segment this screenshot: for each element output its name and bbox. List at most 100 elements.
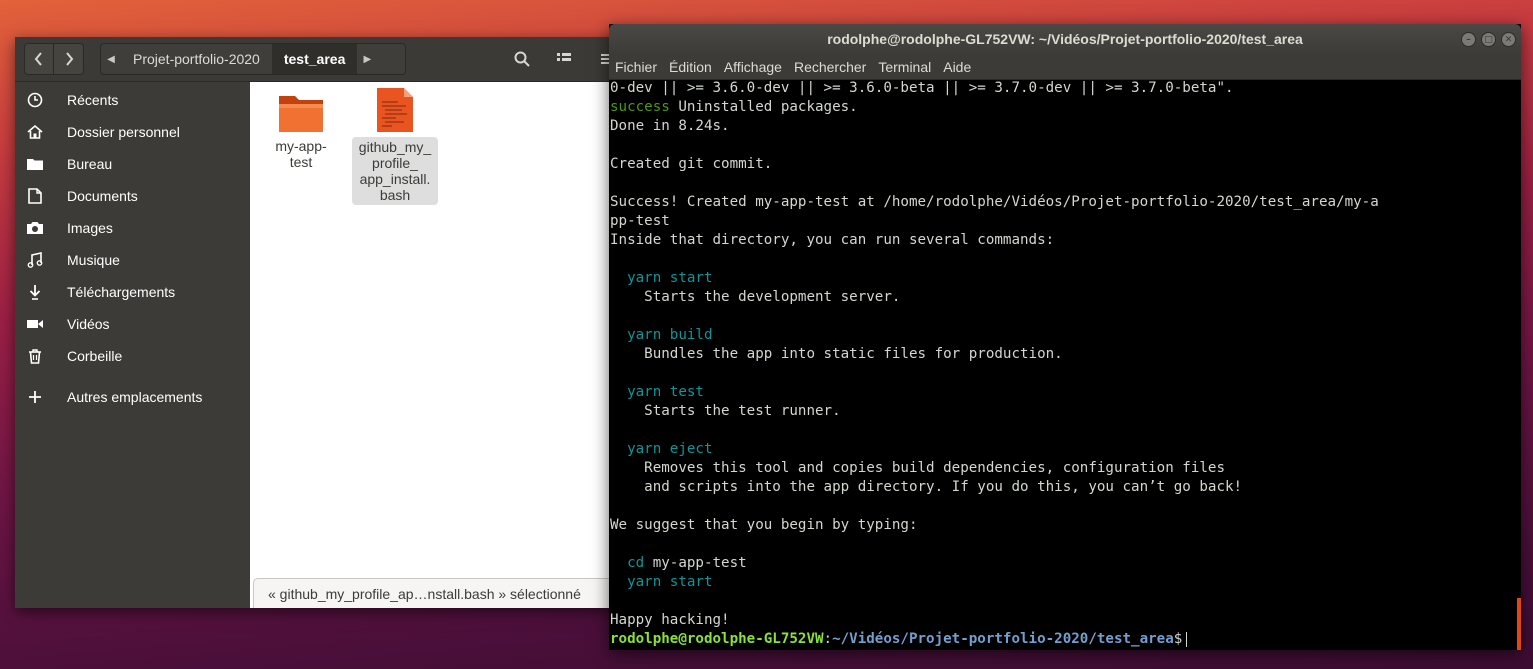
sidebar-item-corbeille[interactable]: Corbeille [15, 340, 250, 372]
sidebar-item-label: Musique [67, 252, 120, 268]
prompt-user: rodolphe@rodolphe-GL752VW [610, 631, 824, 647]
file-name-line: github_my_ [358, 139, 432, 155]
file-name-line: app_install. [359, 171, 431, 187]
terminal-window: rodolphe@rodolphe-GL752VW: ~/Vidéos/Proj… [609, 24, 1521, 650]
menu-terminal[interactable]: Terminal [878, 59, 931, 75]
sidebar-item-musique[interactable]: Musique [15, 244, 250, 276]
terminal-line: Created git commit. [610, 156, 773, 172]
sidebar-item-autres-emplacements[interactable]: Autres emplacements [15, 381, 250, 413]
plus-icon [15, 391, 55, 403]
terminal-command: yarn start [610, 270, 713, 286]
view-toggle-button[interactable] [549, 43, 579, 75]
terminal-line: success Uninstalled packages. [610, 98, 1521, 117]
file-item-github-install-bash[interactable]: github_my_ profile_ app_install. bash [352, 87, 438, 205]
folder-icon [15, 157, 55, 171]
menu-affichage[interactable]: Affichage [724, 59, 782, 75]
sidebar-item-label: Autres emplacements [67, 389, 203, 405]
terminal-command: yarn build [610, 327, 713, 343]
terminal-line: Bundles the app into static files for pr… [610, 346, 1063, 362]
terminal-titlebar[interactable]: rodolphe@rodolphe-GL752VW: ~/Vidéos/Proj… [609, 24, 1521, 55]
path-scroll-right-icon[interactable]: ▶ [357, 54, 377, 65]
terminal-line: and scripts into the app directory. If y… [610, 479, 1243, 495]
file-manager-window: ◀ Projet-portfolio-2020 test_area ▶ Réce… [15, 37, 620, 608]
menu-aide[interactable]: Aide [943, 59, 971, 75]
terminal-line: Inside that directory, you can run sever… [610, 232, 1055, 248]
sidebar-item-videos[interactable]: Vidéos [15, 308, 250, 340]
terminal-line: Success! Created my-app-test at /home/ro… [610, 194, 1379, 210]
success-keyword: success [610, 99, 670, 115]
file-name-line: profile_ [372, 155, 418, 171]
download-icon [15, 284, 55, 300]
terminal-line: We suggest that you begin by typing: [610, 517, 918, 533]
search-icon [514, 51, 530, 67]
camera-icon [15, 221, 55, 235]
file-manager-headerbar: ◀ Projet-portfolio-2020 test_area ▶ [15, 37, 620, 82]
sidebar-item-telechargements[interactable]: Téléchargements [15, 276, 250, 308]
sidebar-item-documents[interactable]: Documents [15, 180, 250, 212]
sidebar-item-home[interactable]: Dossier personnel [15, 116, 250, 148]
breadcrumb-test-area[interactable]: test_area [271, 44, 358, 74]
terminal-line: 0-dev || >= 3.6.0-dev || >= 3.6.0-beta |… [610, 80, 1234, 96]
terminal-command: cd [610, 555, 645, 571]
minimize-icon: – [1466, 34, 1471, 45]
maximize-button[interactable]: □ [1481, 32, 1496, 47]
file-item-my-app-test[interactable]: my-app- test [270, 92, 332, 170]
sidebar-item-label: Images [67, 220, 113, 236]
chevron-right-icon [65, 52, 73, 66]
menu-fichier[interactable]: Fichier [615, 59, 657, 75]
file-name-line: my-app- [275, 138, 327, 154]
sidebar-item-label: Vidéos [67, 316, 110, 332]
script-file-icon [377, 88, 413, 132]
menu-edition[interactable]: Édition [669, 59, 712, 75]
terminal-line: cd my-app-test [610, 554, 1521, 573]
prompt-path: ~/Vidéos/Projet-portfolio-2020/test_area [832, 631, 1174, 647]
maximize-icon: □ [1484, 34, 1493, 45]
sidebar-item-images[interactable]: Images [15, 212, 250, 244]
file-name-line: test [289, 154, 313, 170]
prompt-separator: : [823, 631, 833, 647]
close-icon: ✕ [1504, 34, 1513, 45]
sidebar-item-label: Documents [67, 188, 138, 204]
close-button[interactable]: ✕ [1501, 32, 1516, 47]
file-name-line: bash [379, 187, 411, 203]
sidebar-item-label: Dossier personnel [67, 124, 180, 140]
minimize-button[interactable]: – [1461, 32, 1476, 47]
file-view: my-app- test github_my_ profile_ app_ins… [250, 82, 620, 608]
folder-icon [279, 96, 323, 132]
terminal-text: Uninstalled packages. [669, 99, 858, 115]
terminal-line: Happy hacking! [610, 612, 730, 628]
sidebar-item-recents[interactable]: Récents [15, 84, 250, 116]
terminal-prompt[interactable]: rodolphe@rodolphe-GL752VW:~/Vidéos/Proje… [610, 630, 1521, 649]
prompt-symbol: $ [1173, 631, 1183, 647]
selection-status: « github_my_profile_ap…nstall.bash » sél… [253, 578, 620, 608]
text-cursor [1186, 631, 1188, 647]
menu-rechercher[interactable]: Rechercher [794, 59, 866, 75]
scrollbar-thumb[interactable] [1517, 598, 1521, 650]
breadcrumb-projet-portfolio[interactable]: Projet-portfolio-2020 [121, 44, 272, 74]
sidebar-item-label: Bureau [67, 156, 113, 172]
search-button[interactable] [507, 43, 537, 75]
terminal-line: Removes this tool and copies build depen… [610, 460, 1225, 476]
terminal-command: yarn test [610, 384, 704, 400]
chevron-left-icon [34, 52, 42, 66]
path-scroll-left-icon[interactable]: ◀ [101, 54, 121, 65]
music-icon [15, 252, 55, 268]
back-button[interactable] [24, 43, 54, 75]
video-icon [15, 318, 55, 330]
path-bar: ◀ Projet-portfolio-2020 test_area ▶ [100, 43, 406, 75]
terminal-text: my-app-test [644, 555, 747, 571]
sidebar-item-bureau[interactable]: Bureau [15, 148, 250, 180]
terminal-output[interactable]: 0-dev || >= 3.6.0-dev || >= 3.6.0-beta |… [609, 79, 1521, 650]
terminal-menubar: Fichier Édition Affichage Rechercher Ter… [609, 55, 1521, 80]
home-icon [15, 124, 55, 140]
sidebar-item-label: Récents [67, 92, 119, 108]
forward-button[interactable] [54, 43, 84, 75]
